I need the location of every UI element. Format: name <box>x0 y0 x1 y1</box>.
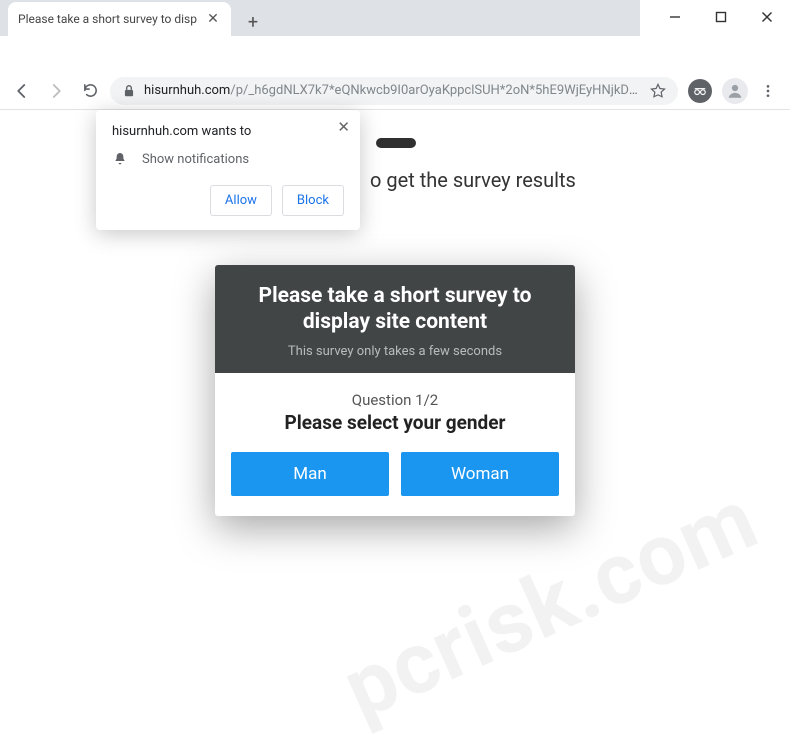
browser-toolbar: hisurnhuh.com/p/_h6gdNLX7k7*eQNkwcb9I0ar… <box>0 72 790 110</box>
incognito-icon <box>688 79 712 103</box>
address-bar[interactable]: hisurnhuh.com/p/_h6gdNLX7k7*eQNkwcb9I0ar… <box>110 77 678 105</box>
survey-question-counter: Question 1/2 <box>231 391 559 409</box>
tab-strip: Please take a short survey to disp ✕ + <box>0 0 640 36</box>
permission-allow-button[interactable]: Allow <box>210 185 272 216</box>
page-decoration <box>376 138 416 148</box>
nav-forward-button[interactable] <box>42 77 70 105</box>
tab-close-icon[interactable]: ✕ <box>205 11 221 27</box>
profile-avatar-button[interactable] <box>722 78 748 104</box>
address-text: hisurnhuh.com/p/_h6gdNLX7k7*eQNkwcb9I0ar… <box>144 83 642 98</box>
permission-title: hisurnhuh.com wants to <box>112 124 344 139</box>
notification-permission-popup: ✕ hisurnhuh.com wants to Show notificati… <box>96 110 360 230</box>
survey-option-man-button[interactable]: Man <box>231 452 389 496</box>
tab-title: Please take a short survey to disp <box>18 12 197 26</box>
watermark-small: pcrisk.com <box>333 478 767 728</box>
nav-back-button[interactable] <box>8 77 36 105</box>
window-maximize-button[interactable] <box>698 0 744 34</box>
survey-prompt: Please select your gender <box>231 411 559 434</box>
close-icon[interactable]: ✕ <box>337 118 350 136</box>
permission-block-button[interactable]: Block <box>282 185 344 216</box>
page-viewport: o get the survey results pc pcrisk.com P… <box>0 110 790 662</box>
permission-line: Show notifications <box>142 152 249 167</box>
bell-icon <box>112 151 128 167</box>
lock-icon <box>122 84 136 98</box>
window-close-button[interactable] <box>744 0 790 34</box>
bookmark-star-icon[interactable] <box>650 83 666 99</box>
survey-subtitle: This survey only takes a few seconds <box>235 344 555 359</box>
browser-menu-button[interactable] <box>754 77 782 105</box>
survey-header: Please take a short survey to display si… <box>215 265 575 373</box>
survey-modal: Please take a short survey to display si… <box>215 265 575 516</box>
nav-reload-button[interactable] <box>76 77 104 105</box>
page-background-text: o get the survey results <box>370 168 576 192</box>
survey-option-woman-button[interactable]: Woman <box>401 452 559 496</box>
survey-body: Question 1/2 Please select your gender M… <box>215 373 575 516</box>
new-tab-button[interactable]: + <box>239 8 267 36</box>
survey-title: Please take a short survey to display si… <box>235 283 555 336</box>
window-minimize-button[interactable] <box>652 0 698 34</box>
browser-tab[interactable]: Please take a short survey to disp ✕ <box>8 2 231 36</box>
